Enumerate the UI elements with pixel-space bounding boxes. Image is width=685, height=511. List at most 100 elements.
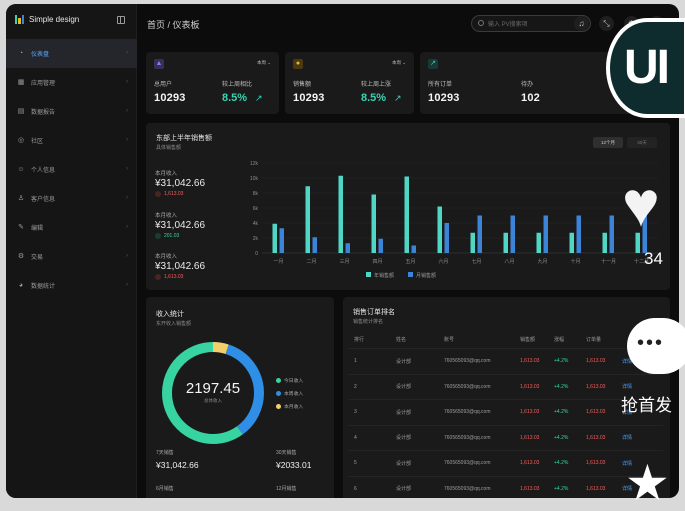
table-cell: 设计部 (396, 486, 412, 493)
like-count: 34 (644, 249, 663, 268)
table-cell: 760565093@qq.com (444, 434, 491, 441)
income-footer-value: ¥2033.01 (276, 460, 312, 470)
table-cell: 设计部 (396, 435, 412, 442)
y-tick-label: 12k (250, 161, 259, 167)
table-row: 5 设计部 760565093@qq.com 1,613.03 +4.2% 1,613.0… (348, 450, 663, 476)
pie-icon: ◕ (18, 281, 24, 289)
cta-text[interactable]: 抢首发 (621, 391, 672, 416)
sidebar-item-label: 应用管理 (31, 81, 56, 87)
table-cell: 3 (354, 409, 357, 416)
table-row: 4 设计部 760565093@qq.com 1,613.03 +4.2% 1,613.0… (348, 424, 663, 451)
sidebar-item[interactable]: ⚙ 交易 › (6, 242, 137, 271)
comment-icon[interactable]: ••• (627, 318, 685, 374)
bar-monthly (312, 237, 317, 253)
y-tick-label: 10k (250, 176, 259, 182)
table-row: 3 设计部 760565093@qq.com 1,613.03 +4.2% 1,613.0… (348, 399, 663, 425)
table-cell: 1,613.03 (520, 383, 540, 390)
revenue-value: ¥31,042.66 (155, 178, 206, 189)
stat-value: 102 (521, 92, 540, 104)
x-tick-label: 一月 (273, 259, 283, 265)
legend-item: 今日收入 (276, 377, 303, 384)
table-cell: +4.2% (554, 358, 569, 365)
table-cell: 1,613.03 (520, 358, 540, 365)
bar-annual (503, 232, 508, 253)
revenue-label: 本月收入 (155, 254, 178, 260)
table-cell: 4 (354, 434, 357, 441)
x-tick-label: 四月 (372, 259, 382, 265)
period-select[interactable]: 本周 ⌄ (392, 60, 406, 66)
trend-up-icon: ↗ (394, 93, 402, 103)
column-header: 订单量 (586, 337, 602, 343)
heart-icon[interactable]: ♥ (622, 172, 660, 236)
period-select[interactable]: 本周 ⌄ (257, 60, 271, 66)
column-header: 姓名 (396, 337, 407, 343)
table-cell: 5 (354, 460, 357, 467)
income-footer-label: 12月销售 (276, 486, 297, 492)
breadcrumb: 首页 / 仪表板 (147, 20, 200, 30)
table-cell: 760565093@qq.com (444, 485, 491, 492)
column-header: 销售额 (520, 337, 536, 343)
table-cell: 设计部 (396, 384, 412, 391)
chevron-right-icon: › (126, 195, 128, 201)
chart-title: 东部上半年销售额 (156, 135, 212, 142)
x-tick-label: 七月 (471, 258, 481, 265)
table-cell: 1,613.03 (520, 409, 540, 416)
chart-icon: ↗ (428, 59, 438, 69)
y-tick-label: 4k (253, 221, 259, 227)
revenue-value: ¥31,042.66 (155, 220, 206, 231)
table-cell: 1,613.03 (586, 434, 606, 441)
table-cell: 1,613.03 (520, 485, 540, 492)
sidebar-collapse-icon[interactable] (117, 16, 125, 24)
ui-logo-text: UI (624, 41, 670, 94)
legend-swatch (366, 272, 371, 277)
chevron-right-icon: › (126, 253, 128, 259)
brand-logo-icon (15, 15, 24, 24)
table-row: 2 设计部 760565093@qq.com 1,613.03 +4.2% 1,613.0… (348, 373, 663, 400)
revenue-label: 本月收入 (155, 171, 178, 177)
sidebar-item-label: 数据报告 (31, 110, 56, 116)
revenue-label: 本月收入 (155, 213, 178, 219)
sales-chart-card: 东部上半年销售额 具体销售额 12个月 30天 本月收入 ¥31,042.66 … (146, 123, 670, 290)
search-input[interactable]: 输入 PV搜索项 (471, 15, 591, 32)
collapse-arrows-icon[interactable]: ⤡ (599, 16, 614, 31)
sidebar-item[interactable]: ▦ 应用管理 › (6, 68, 137, 97)
bell-icon[interactable]: ♫ (574, 16, 589, 31)
table-cell: 760565093@qq.com (444, 358, 491, 365)
sidebar-item[interactable]: ☺ 个人信息 › (6, 155, 137, 184)
table-cell: 1,613.03 (586, 460, 606, 467)
sidebar: Simple design ◔ 仪表盘 › ▦ 应用管理 › ▤ 数据报告 › ◎ 社区 › ☺ 个人信息… (6, 4, 137, 498)
table-cell: +4.2% (554, 383, 569, 390)
sidebar-item[interactable]: ▤ 数据报告 › (6, 97, 137, 126)
income-footer-label: 30天销售 (276, 450, 297, 456)
revenue-delta: 201.03 (155, 233, 179, 239)
x-tick-label: 十一月 (601, 258, 616, 265)
sidebar-item-label: 编辑 (31, 226, 44, 232)
legend-label: 月销售额 (416, 272, 436, 279)
sidebar-item[interactable]: ♙ 客户信息 › (6, 184, 137, 213)
report-icon: ▤ (17, 107, 25, 115)
table-row: 6 设计部 760565093@qq.com 1,613.03 +4.2% 1,613.0… (348, 475, 663, 499)
chart-subtitle: 具体销售额 (156, 145, 182, 151)
topbar: 首页 / 仪表板 输入 PV搜索项 ♫ ⤡ ⚙ ● (137, 4, 679, 42)
sidebar-item[interactable]: ◔ 仪表盘 › (6, 39, 137, 68)
stat-value: 10293 (293, 92, 325, 104)
sidebar-item[interactable]: ◎ 社区 › (6, 126, 137, 155)
community-icon: ◎ (17, 136, 25, 144)
chevron-right-icon: › (126, 137, 128, 143)
income-total-caption: 总体收入 (204, 398, 222, 403)
y-tick-label: 8k (253, 191, 259, 197)
chevron-right-icon: › (126, 224, 128, 230)
brand: Simple design (15, 15, 79, 24)
bar-annual (305, 186, 310, 253)
sidebar-item[interactable]: ✎ 编辑 › (6, 213, 137, 242)
sidebar-item[interactable]: ◕ 数据统计 › (6, 271, 137, 300)
bar-monthly (279, 228, 284, 253)
bar-monthly (609, 215, 614, 253)
ranking-title: 销售订单排名 (353, 309, 395, 316)
star-icon[interactable]: ★ (625, 458, 670, 508)
detail-link[interactable]: 详情 (616, 434, 646, 441)
stat-value: 10293 (154, 92, 186, 104)
sidebar-item-label: 交易 (31, 255, 44, 261)
detail-link[interactable]: 详情 (616, 383, 646, 390)
ranking-subtitle: 销售统计排名 (353, 319, 384, 325)
